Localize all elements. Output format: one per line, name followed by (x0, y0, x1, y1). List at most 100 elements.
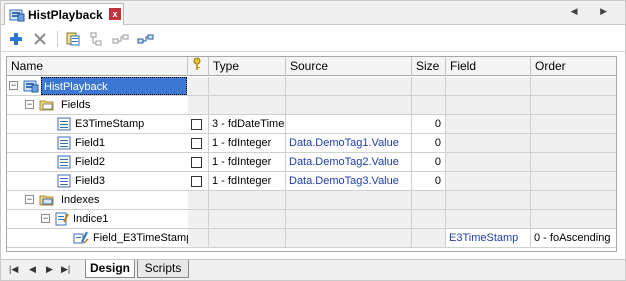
key-cell (188, 96, 209, 115)
field-cell (446, 172, 531, 191)
field-cell[interactable]: E3TimeStamp (446, 229, 531, 248)
connect-field-icon[interactable] (137, 30, 155, 48)
node-label[interactable]: Fields (59, 96, 92, 114)
type-cell[interactable]: 1 - fdInteger (209, 134, 286, 153)
collapse-toggle[interactable]: − (9, 81, 18, 90)
order-cell[interactable]: 0 - foAscending (531, 229, 616, 248)
folder-icon (39, 193, 55, 207)
tab-scroll-arrows[interactable]: ◀ ▶ (571, 6, 617, 17)
type-cell (209, 210, 286, 229)
order-cell (531, 172, 616, 191)
size-cell (412, 96, 446, 115)
link-icon[interactable] (87, 30, 105, 48)
key-cell (188, 191, 209, 210)
tab-design[interactable]: Design (85, 260, 135, 278)
sheet-tab-bar: |◀ ◀ ▶ ▶| Design Scripts (1, 259, 625, 280)
key-icon (192, 57, 202, 74)
tab-scripts[interactable]: Scripts (137, 260, 189, 278)
document-tab-title: HistPlayback (28, 8, 103, 22)
toolbar-separator (57, 31, 58, 47)
index-icon (55, 212, 71, 226)
name-cell: Field3 (7, 172, 188, 191)
node-label[interactable]: Field_E3TimeStamp (91, 229, 188, 247)
table-row[interactable]: Field3 1 - fdInteger Data.DemoTag3.Value… (7, 172, 616, 191)
order-cell (531, 210, 616, 229)
size-cell[interactable]: 0 (412, 153, 446, 172)
checkbox[interactable] (191, 176, 202, 187)
name-cell: − Indexes (7, 191, 188, 210)
source-cell (286, 229, 412, 248)
name-cell: Field2 (7, 153, 188, 172)
table-row[interactable]: − HistPlayback (7, 77, 616, 96)
size-cell[interactable]: 0 (412, 134, 446, 153)
field-icon (57, 174, 73, 188)
checkbox[interactable] (191, 138, 202, 149)
field-cell (446, 134, 531, 153)
source-cell[interactable]: Data.DemoTag3.Value (286, 172, 412, 191)
column-header-field[interactable]: Field (446, 57, 531, 76)
type-value: 3 - fdDateTime (212, 118, 285, 130)
table-row[interactable]: − Fields (7, 96, 616, 115)
table-row[interactable]: E3TimeStamp 3 - fdDateTime 0 (7, 115, 616, 134)
table-row[interactable]: Field_E3TimeStamp E3TimeStamp 0 - foAsce… (7, 229, 616, 248)
field-cell (446, 96, 531, 115)
prev-sheet-icon[interactable]: ◀ (29, 264, 36, 275)
connect-icon[interactable] (112, 30, 130, 48)
table-row[interactable]: − Indexes (7, 191, 616, 210)
field-cell (446, 153, 531, 172)
key-cell (188, 210, 209, 229)
add-icon[interactable] (7, 30, 25, 48)
name-cell: Field_E3TimeStamp (7, 229, 188, 248)
node-label[interactable]: Field1 (73, 134, 107, 152)
table-row[interactable]: − Indice1 (7, 210, 616, 229)
order-cell (531, 153, 616, 172)
checkbox[interactable] (191, 157, 202, 168)
node-label[interactable]: E3TimeStamp (73, 115, 146, 133)
type-cell[interactable]: 1 - fdInteger (209, 172, 286, 191)
size-cell (412, 210, 446, 229)
order-cell (531, 134, 616, 153)
delete-icon[interactable] (31, 30, 49, 48)
checkbox[interactable] (191, 119, 202, 130)
column-header-key[interactable] (188, 57, 209, 76)
type-cell[interactable]: 3 - fdDateTime (209, 115, 286, 134)
type-cell[interactable]: 1 - fdInteger (209, 153, 286, 172)
document-tab[interactable]: HistPlayback x (4, 3, 124, 25)
fields-tree-grid: Name Type Source Size Field Order − Hist… (6, 56, 617, 252)
column-header-type[interactable]: Type (209, 57, 286, 76)
node-label[interactable]: Indexes (59, 191, 102, 209)
first-sheet-icon[interactable]: |◀ (9, 264, 18, 275)
column-header-size[interactable]: Size (412, 57, 446, 76)
size-cell[interactable]: 0 (412, 172, 446, 191)
type-cell (209, 229, 286, 248)
collapse-toggle[interactable]: − (25, 195, 34, 204)
name-cell: − HistPlayback (7, 77, 188, 96)
source-cell[interactable] (286, 115, 412, 134)
key-cell (188, 229, 209, 248)
column-header-name[interactable]: Name (7, 57, 188, 76)
size-cell[interactable]: 0 (412, 115, 446, 134)
collapse-toggle[interactable]: − (41, 214, 50, 223)
folder-icon (39, 98, 55, 112)
close-icon[interactable]: x (109, 8, 121, 20)
properties-icon[interactable] (64, 30, 82, 48)
table-row[interactable]: Field2 1 - fdInteger Data.DemoTag2.Value… (7, 153, 616, 172)
order-cell (531, 115, 616, 134)
column-header-order[interactable]: Order (531, 57, 616, 76)
table-row[interactable]: Field1 1 - fdInteger Data.DemoTag1.Value… (7, 134, 616, 153)
collapse-toggle[interactable]: − (25, 100, 34, 109)
node-label[interactable]: Field3 (73, 172, 107, 190)
last-sheet-icon[interactable]: ▶| (61, 264, 70, 275)
column-header-source[interactable]: Source (286, 57, 412, 76)
historic-editor-window: HistPlayback x ◀ ▶ Name Type Source Size… (0, 0, 626, 281)
node-label[interactable]: Field2 (73, 153, 107, 171)
node-label[interactable]: HistPlayback (41, 77, 187, 95)
source-cell[interactable]: Data.DemoTag1.Value (286, 134, 412, 153)
type-cell (209, 77, 286, 96)
node-label[interactable]: Indice1 (71, 210, 110, 228)
name-cell: − Fields (7, 96, 188, 115)
source-cell[interactable]: Data.DemoTag2.Value (286, 153, 412, 172)
field-cell (446, 210, 531, 229)
index-field-icon (73, 231, 89, 245)
next-sheet-icon[interactable]: ▶ (46, 264, 53, 275)
